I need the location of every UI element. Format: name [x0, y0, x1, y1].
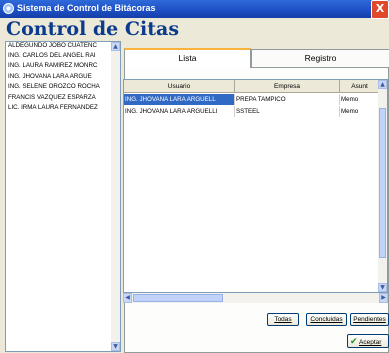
- window-title: Sistema de Control de Bitácoras: [17, 3, 156, 13]
- concluidas-button[interactable]: Concluidas: [306, 313, 347, 326]
- list-item[interactable]: FRANCIS VAZQUEZ ESPARZA: [8, 94, 108, 101]
- check-icon: ✔: [350, 336, 358, 346]
- aceptar-button[interactable]: ✔ Aceptar: [347, 334, 389, 348]
- scroll-down-icon[interactable]: ▼: [378, 283, 387, 292]
- aceptar-label: Aceptar: [359, 339, 382, 346]
- table-cell-asunto[interactable]: Memo: [340, 94, 380, 105]
- list-item[interactable]: ING. SELENE OROZCO ROCHA: [8, 83, 108, 90]
- title-bar: Sistema de Control de Bitácoras X: [0, 0, 389, 19]
- citas-grid[interactable]: Usuario Empresa Asunt ING. JHOVANA LARA …: [123, 79, 388, 293]
- app-icon: [3, 3, 14, 14]
- table-cell-empresa[interactable]: PREPA TAMPICO: [235, 94, 340, 105]
- tab-registro[interactable]: Registro: [251, 49, 389, 67]
- todas-label: Todas: [274, 316, 292, 323]
- concluidas-label: Concluidas: [310, 316, 343, 323]
- column-header-usuario[interactable]: Usuario: [124, 80, 235, 93]
- list-scrollbar[interactable]: ▲ ▼: [111, 42, 120, 351]
- table-cell-usuario[interactable]: ING. JHOVANA LARA ARGUELLI: [124, 106, 235, 117]
- scroll-thumb[interactable]: [133, 294, 223, 302]
- table-cell-empresa[interactable]: SSTEEL: [235, 106, 340, 117]
- list-item[interactable]: ING. CARLOS DEL ANGEL RAI: [8, 52, 108, 59]
- scroll-down-icon[interactable]: ▼: [111, 342, 120, 351]
- table-cell-usuario[interactable]: ING. JHOVANA LARA ARGUELL: [124, 94, 235, 105]
- page-title: Control de Citas: [6, 18, 180, 40]
- user-list[interactable]: ALDEGUNDO JOBO CUATENC ING. CARLOS DEL A…: [5, 41, 121, 352]
- close-button[interactable]: X: [371, 0, 389, 19]
- table-cell-asunto[interactable]: Memo: [340, 106, 380, 117]
- tab-lista[interactable]: Lista: [124, 48, 251, 68]
- scroll-thumb[interactable]: [379, 108, 386, 258]
- list-item[interactable]: LIC. IRMA LAURA FERNANDEZ: [8, 104, 108, 111]
- list-item[interactable]: ALDEGUNDO JOBO CUATENC: [8, 42, 108, 49]
- scroll-left-icon[interactable]: ◀: [123, 293, 132, 303]
- pendientes-label: Pendientes: [353, 316, 386, 323]
- pendientes-button[interactable]: Pendientes: [350, 313, 389, 326]
- grid-vscrollbar[interactable]: ▲ ▼: [378, 80, 387, 292]
- grid-hscrollbar[interactable]: ◀ ▶: [123, 293, 388, 303]
- column-header-empresa[interactable]: Empresa: [235, 80, 340, 93]
- column-header-asunto[interactable]: Asunt: [340, 80, 380, 93]
- scroll-up-icon[interactable]: ▲: [378, 80, 387, 89]
- list-item[interactable]: ING. JHOVANA LARA ARGUE: [8, 73, 108, 80]
- todas-button[interactable]: Todas: [267, 313, 299, 326]
- list-item[interactable]: ING. LAURA RAMIREZ MONRC: [8, 62, 108, 69]
- scroll-right-icon[interactable]: ▶: [379, 293, 388, 303]
- scroll-up-icon[interactable]: ▲: [111, 42, 120, 51]
